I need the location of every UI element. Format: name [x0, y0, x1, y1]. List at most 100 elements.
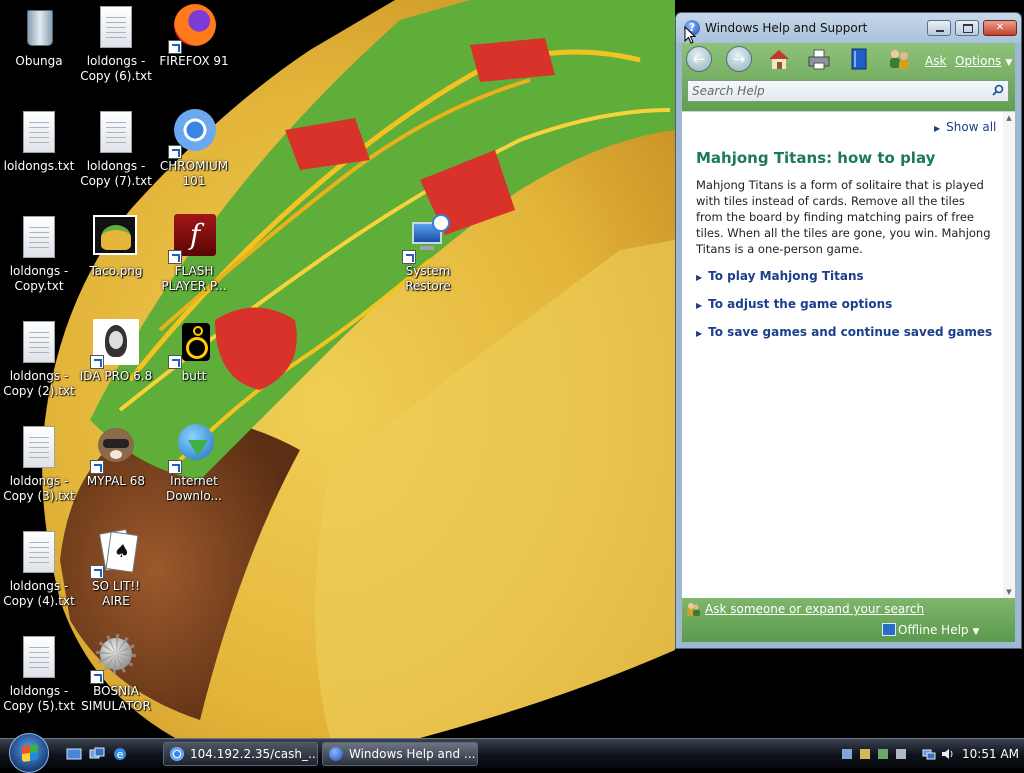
triangle-right-icon: ▶ [696, 273, 703, 282]
desktop-icon-taco-png[interactable]: Taco.png [77, 214, 155, 279]
show-all-label: Show all [946, 120, 997, 134]
triangle-right-icon: ▶ [696, 329, 703, 338]
chevron-down-icon: ▼ [1005, 58, 1013, 68]
options-menu[interactable]: Options ▼ [955, 54, 1012, 68]
text-file-icon [15, 319, 63, 367]
home-icon [769, 50, 789, 69]
desktop-icon-flash-player[interactable]: f FLASH PLAYER P... [155, 214, 233, 294]
icon-label: CHROMIUM 101 [159, 159, 229, 188]
help-status-bar: Ask someone or expand your search Offlin… [682, 598, 1015, 642]
tray-app-icon[interactable] [894, 747, 908, 761]
minimize-button[interactable] [927, 20, 951, 36]
ask-someone-link[interactable]: Ask someone or expand your search [705, 602, 924, 616]
close-button[interactable] [983, 20, 1017, 36]
icon-label: MYPAL 68 [86, 474, 146, 488]
system-restore-icon [402, 214, 452, 264]
mouse-cursor-icon [684, 26, 696, 44]
scroll-down-arrow[interactable]: ▼ [1003, 586, 1015, 598]
desktop-icon-loldongs[interactable]: loldongs.txt [0, 109, 78, 174]
tray-app-icon[interactable] [876, 747, 890, 761]
search-input[interactable] [688, 81, 982, 101]
search-box[interactable] [687, 80, 1009, 102]
icon-label: Internet Downlo... [166, 474, 222, 503]
window-title-bar[interactable]: ? Windows Help and Support [676, 13, 1021, 43]
clock[interactable]: 10:51 AM [962, 739, 1019, 769]
desktop-icon-loldongs-copy-3[interactable]: loldongs - Copy (3).txt [0, 424, 78, 504]
icon-label: BOSNIA SIMULATOR [81, 684, 151, 713]
topic-label: To play Mahjong Titans [708, 269, 864, 283]
desktop-icon-bosnia[interactable]: BOSNIA SIMULATOR [77, 634, 155, 714]
help-content-pane: ▶ Show all Mahjong Titans: how to play Ma… [682, 111, 1015, 598]
text-file-icon [15, 634, 63, 682]
desktop-icon-firefox[interactable]: FIREFOX 91 [155, 4, 233, 69]
switch-windows-icon[interactable] [89, 746, 105, 762]
icon-label: loldongs - Copy (7).txt [80, 159, 152, 188]
topic-link-play[interactable]: ▶ To play Mahjong Titans [696, 269, 864, 283]
mypal-icon [90, 424, 140, 474]
topic-label: To adjust the game options [708, 297, 893, 311]
show-all-link[interactable]: ▶ Show all [934, 120, 996, 134]
desktop-icon-loldongs-copy-6[interactable]: loldongs - Copy (6).txt [77, 4, 155, 84]
icon-label: loldongs - Copy (6).txt [80, 54, 152, 83]
triangle-right-icon: ▶ [934, 124, 941, 133]
print-button[interactable] [806, 46, 832, 72]
ask-button[interactable] [886, 46, 912, 72]
icon-label: System Restore [405, 264, 451, 293]
people-icon [687, 603, 700, 616]
icon-label: Taco.png [89, 264, 143, 278]
desktop-icon-ida-pro[interactable]: IDA PRO 6.8 [77, 319, 155, 384]
desktop-icon-loldongs-copy-7[interactable]: loldongs - Copy (7).txt [77, 109, 155, 189]
start-button[interactable] [9, 733, 49, 773]
taskbar: e 104.192.2.35/cash_... Windows Help and… [0, 733, 1024, 773]
topic-link-save[interactable]: ▶ To save games and continue saved games [696, 325, 992, 339]
icon-label: IDA PRO 6.8 [79, 369, 153, 383]
desktop-icon-loldongs-copy-4[interactable]: loldongs - Copy (4).txt [0, 529, 78, 609]
help-and-support-window[interactable]: ? Windows Help and Support ← → Ask Optio… [675, 12, 1022, 649]
desktop-icon-solitaire[interactable]: ♠ SO LIT!! AIRE [77, 528, 155, 609]
image-file-icon [92, 214, 140, 262]
tray-app-icon[interactable] [840, 747, 854, 761]
desktop-icon-chromium[interactable]: CHROMIUM 101 [155, 109, 233, 189]
forward-button[interactable]: → [726, 46, 752, 72]
internet-explorer-icon[interactable]: e [112, 746, 128, 762]
icon-label: loldongs.txt [3, 159, 75, 173]
desktop-icon-recycle-bin[interactable]: Obunga [0, 4, 78, 69]
home-button[interactable] [766, 46, 792, 72]
desktop: Obunga loldongs.txt loldongs - Copy.txt … [0, 0, 1024, 738]
icon-label: loldongs - Copy (3).txt [3, 474, 75, 503]
desktop-icon-loldongs-copy-5[interactable]: loldongs - Copy (5).txt [0, 634, 78, 714]
maximize-button[interactable] [955, 20, 979, 36]
help-icon [329, 747, 343, 761]
tray-app-icon[interactable] [858, 747, 872, 761]
triangle-right-icon: ▶ [696, 301, 703, 310]
text-file-icon [15, 529, 63, 577]
svg-text:e: e [117, 748, 124, 761]
desktop-icon-loldongs-copy[interactable]: loldongs - Copy.txt [0, 214, 78, 294]
desktop-icon-butt[interactable]: butt [155, 319, 233, 384]
taskbar-button-help[interactable]: Windows Help and ... [322, 742, 478, 766]
scroll-up-arrow[interactable]: ▲ [1003, 112, 1015, 124]
search-icon[interactable] [992, 84, 1004, 96]
speaker-icon[interactable] [940, 747, 954, 761]
browse-help-button[interactable] [846, 46, 872, 72]
desktop-icon-internet-download[interactable]: Internet Downlo... [155, 424, 233, 504]
topic-link-options[interactable]: ▶ To adjust the game options [696, 297, 892, 311]
desktop-icon-mypal[interactable]: MYPAL 68 [77, 424, 155, 489]
desktop-icon-loldongs-copy-2[interactable]: loldongs - Copy (2).txt [0, 319, 78, 399]
text-file-icon [92, 4, 140, 52]
text-file-icon [92, 109, 140, 157]
ask-link[interactable]: Ask [925, 54, 946, 68]
desktop-icon-system-restore[interactable]: System Restore [389, 214, 467, 294]
article-body: Mahjong Titans is a form of solitaire th… [696, 178, 991, 256]
network-icon[interactable] [922, 747, 936, 761]
back-button[interactable]: ← [686, 46, 712, 72]
icon-label: loldongs - Copy.txt [9, 264, 69, 293]
taskbar-button-browser[interactable]: 104.192.2.35/cash_... [163, 742, 318, 766]
vertical-scrollbar[interactable]: ▲ ▼ [1003, 112, 1015, 598]
options-label: Options [955, 54, 1002, 68]
offline-help-menu[interactable]: Offline Help ▼ [898, 623, 979, 637]
book-icon [851, 48, 867, 70]
article-title: Mahjong Titans: how to play [696, 149, 936, 167]
icon-label: SO LIT!! AIRE [91, 579, 141, 608]
show-desktop-icon[interactable] [66, 746, 82, 762]
